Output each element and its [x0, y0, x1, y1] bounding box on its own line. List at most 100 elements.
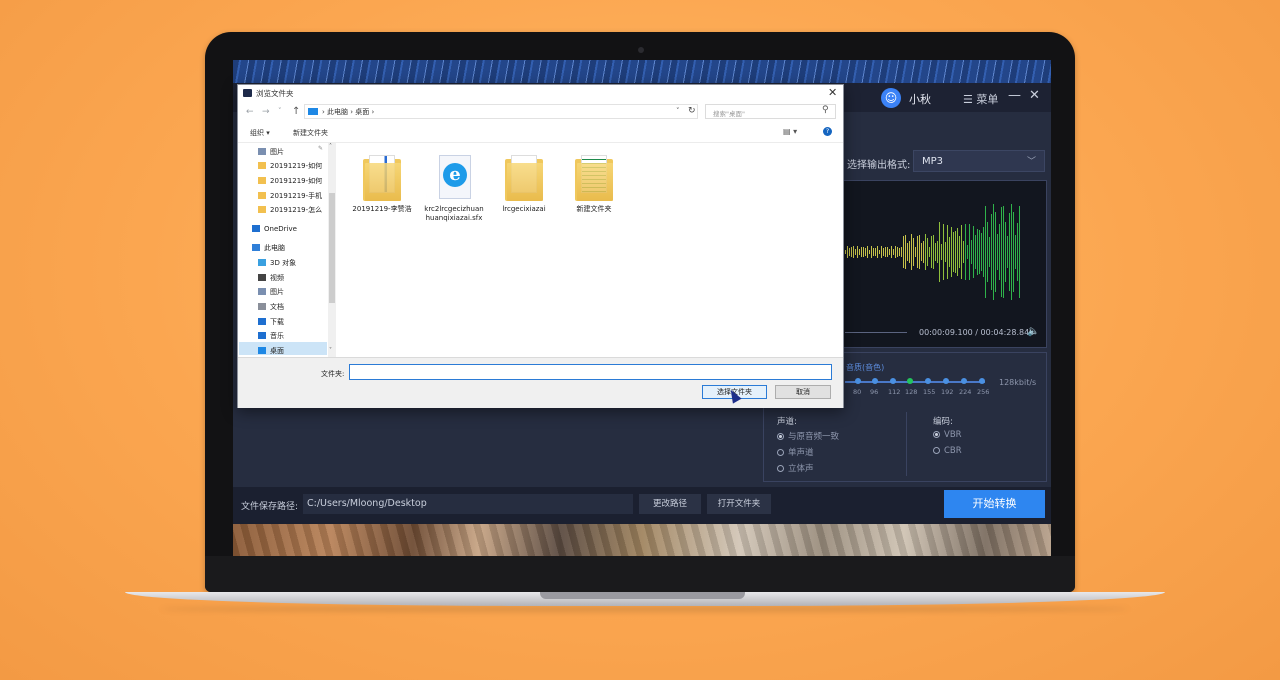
- volume-icon[interactable]: 🔈: [1027, 326, 1039, 337]
- start-convert-button[interactable]: 开始转换: [944, 490, 1045, 518]
- nav-item[interactable]: 文档: [258, 302, 284, 312]
- output-format-label: 选择输出格式:: [847, 160, 911, 171]
- laptop-notch: [540, 592, 745, 599]
- bitrate-tick-label: 192: [941, 388, 954, 396]
- folder-icon: [258, 177, 266, 184]
- nav-item[interactable]: 此电脑: [252, 243, 285, 253]
- nav-item[interactable]: 视频: [258, 273, 284, 283]
- bitrate-tick-label: 80: [853, 388, 862, 396]
- nav-item[interactable]: 20191219-怎么: [258, 205, 322, 215]
- nav-item[interactable]: 音乐: [258, 331, 284, 341]
- waveform-bar: [973, 225, 974, 279]
- waveform-bar: [913, 237, 914, 267]
- slider-dot[interactable]: [943, 378, 949, 384]
- desktop-icon: [308, 108, 318, 115]
- file-item[interactable]: 20191219-李赞浩: [352, 153, 412, 214]
- codec-option-cbr[interactable]: CBR: [933, 446, 962, 456]
- nav-item[interactable]: 图片: [258, 147, 284, 157]
- channel-option-mono[interactable]: 单声道: [777, 446, 814, 458]
- menu-button[interactable]: ☰ 菜单: [963, 91, 998, 107]
- organize-button[interactable]: 组织 ▾: [250, 128, 270, 138]
- dialog-close-icon[interactable]: ✕: [828, 86, 837, 99]
- pictures-icon: [258, 288, 266, 295]
- save-path-field[interactable]: C:/Users/Mloong/Desktop: [303, 494, 633, 514]
- video-icon: [258, 274, 266, 281]
- waveform-bar: [1017, 223, 1018, 281]
- waveform-bar: [927, 237, 928, 267]
- file-label: 新建文件夹: [576, 205, 612, 213]
- back-arrow-icon[interactable]: ←: [246, 107, 254, 117]
- minimize-button[interactable]: —: [1008, 88, 1021, 103]
- new-folder-button[interactable]: 新建文件夹: [293, 128, 328, 138]
- waveform-bar: [847, 246, 848, 258]
- folder-name-input[interactable]: [349, 364, 832, 380]
- nav-item-label: OneDrive: [264, 225, 297, 233]
- slider-dot[interactable]: [890, 378, 896, 384]
- slider-dot[interactable]: [907, 378, 913, 384]
- output-format-select[interactable]: MP3 ﹀: [913, 150, 1045, 172]
- refresh-icon[interactable]: ↻: [688, 106, 696, 116]
- slider-dot[interactable]: [855, 378, 861, 384]
- nav-item[interactable]: 下载: [258, 317, 284, 327]
- waveform-bar: [865, 248, 866, 256]
- codec-option-vbr[interactable]: VBR: [933, 430, 962, 440]
- help-icon[interactable]: ?: [823, 127, 832, 136]
- recent-locations-icon[interactable]: ˅: [278, 107, 282, 115]
- forward-arrow-icon[interactable]: →: [262, 107, 270, 117]
- address-path[interactable]: › 此电脑 › 桌面 ›: [322, 107, 374, 117]
- slider-dot[interactable]: [872, 378, 878, 384]
- waveform-bar: [859, 248, 860, 256]
- waveform-bar: [875, 247, 876, 257]
- waveform-bar: [863, 246, 864, 258]
- file-item[interactable]: 新建文件夹: [564, 153, 624, 214]
- folder-field-label: 文件夹:: [321, 370, 345, 378]
- cancel-button[interactable]: 取消: [775, 385, 831, 399]
- desktop-icon: [258, 347, 266, 354]
- user-name[interactable]: 小秋: [909, 91, 931, 107]
- file-item[interactable]: lrcgecixiazai: [494, 153, 554, 214]
- waveform-bar: [883, 248, 884, 256]
- waveform-bar: [969, 224, 970, 280]
- scroll-up-icon[interactable]: ˄: [329, 143, 332, 150]
- 3d-objects-icon: [258, 259, 266, 266]
- nav-item[interactable]: 桌面: [258, 346, 284, 356]
- documents-icon: [258, 303, 266, 310]
- nav-item-label: 20191219-如何: [270, 177, 323, 185]
- up-arrow-icon[interactable]: ↑: [292, 106, 300, 117]
- waveform-bar: [991, 213, 992, 291]
- playback-progress[interactable]: [845, 332, 907, 333]
- nav-item[interactable]: 20191219-如何: [258, 176, 322, 186]
- waveform-bar: [895, 246, 896, 258]
- bitrate-tick-label: 256: [977, 388, 990, 396]
- open-folder-button[interactable]: 打开文件夹: [707, 494, 771, 514]
- view-options-icon[interactable]: ▤ ▾: [783, 127, 797, 136]
- file-item[interactable]: e krc2lrcgecizhuanhuanqixiazai.sfx: [424, 153, 484, 223]
- scroll-down-icon[interactable]: ˅: [329, 347, 332, 354]
- address-dropdown-icon[interactable]: ˅: [676, 107, 680, 115]
- slider-dot[interactable]: [925, 378, 931, 384]
- waveform-bar: [1001, 206, 1002, 298]
- search-icon[interactable]: ⚲: [822, 105, 829, 115]
- music-icon: [258, 332, 266, 339]
- nav-item[interactable]: 20191219-手机: [258, 191, 322, 201]
- waveform-bar: [939, 222, 940, 282]
- computer-icon: [252, 244, 260, 251]
- slider-dot[interactable]: [979, 378, 985, 384]
- channel-option-stereo[interactable]: 立体声: [777, 462, 814, 474]
- waveform-bar: [935, 243, 936, 261]
- nav-scrollbar-thumb[interactable]: [329, 193, 335, 303]
- nav-item[interactable]: 3D 对象: [258, 258, 296, 268]
- nav-item[interactable]: OneDrive: [252, 225, 297, 233]
- change-path-button[interactable]: 更改路径: [639, 494, 701, 514]
- nav-item[interactable]: 图片: [258, 287, 284, 297]
- channel-option-original[interactable]: 与原音频一致: [777, 430, 839, 442]
- nav-item[interactable]: 20191219-如何: [258, 161, 322, 171]
- pin-icon: ✎: [318, 145, 324, 152]
- dialog-titlebar[interactable]: [238, 85, 843, 101]
- waveform-bar: [1019, 206, 1020, 298]
- user-avatar-icon[interactable]: ☺: [881, 88, 901, 108]
- waveform-bar: [909, 240, 910, 264]
- slider-dot[interactable]: [961, 378, 967, 384]
- waveform-bar: [949, 236, 950, 268]
- app-close-button[interactable]: ✕: [1029, 88, 1040, 103]
